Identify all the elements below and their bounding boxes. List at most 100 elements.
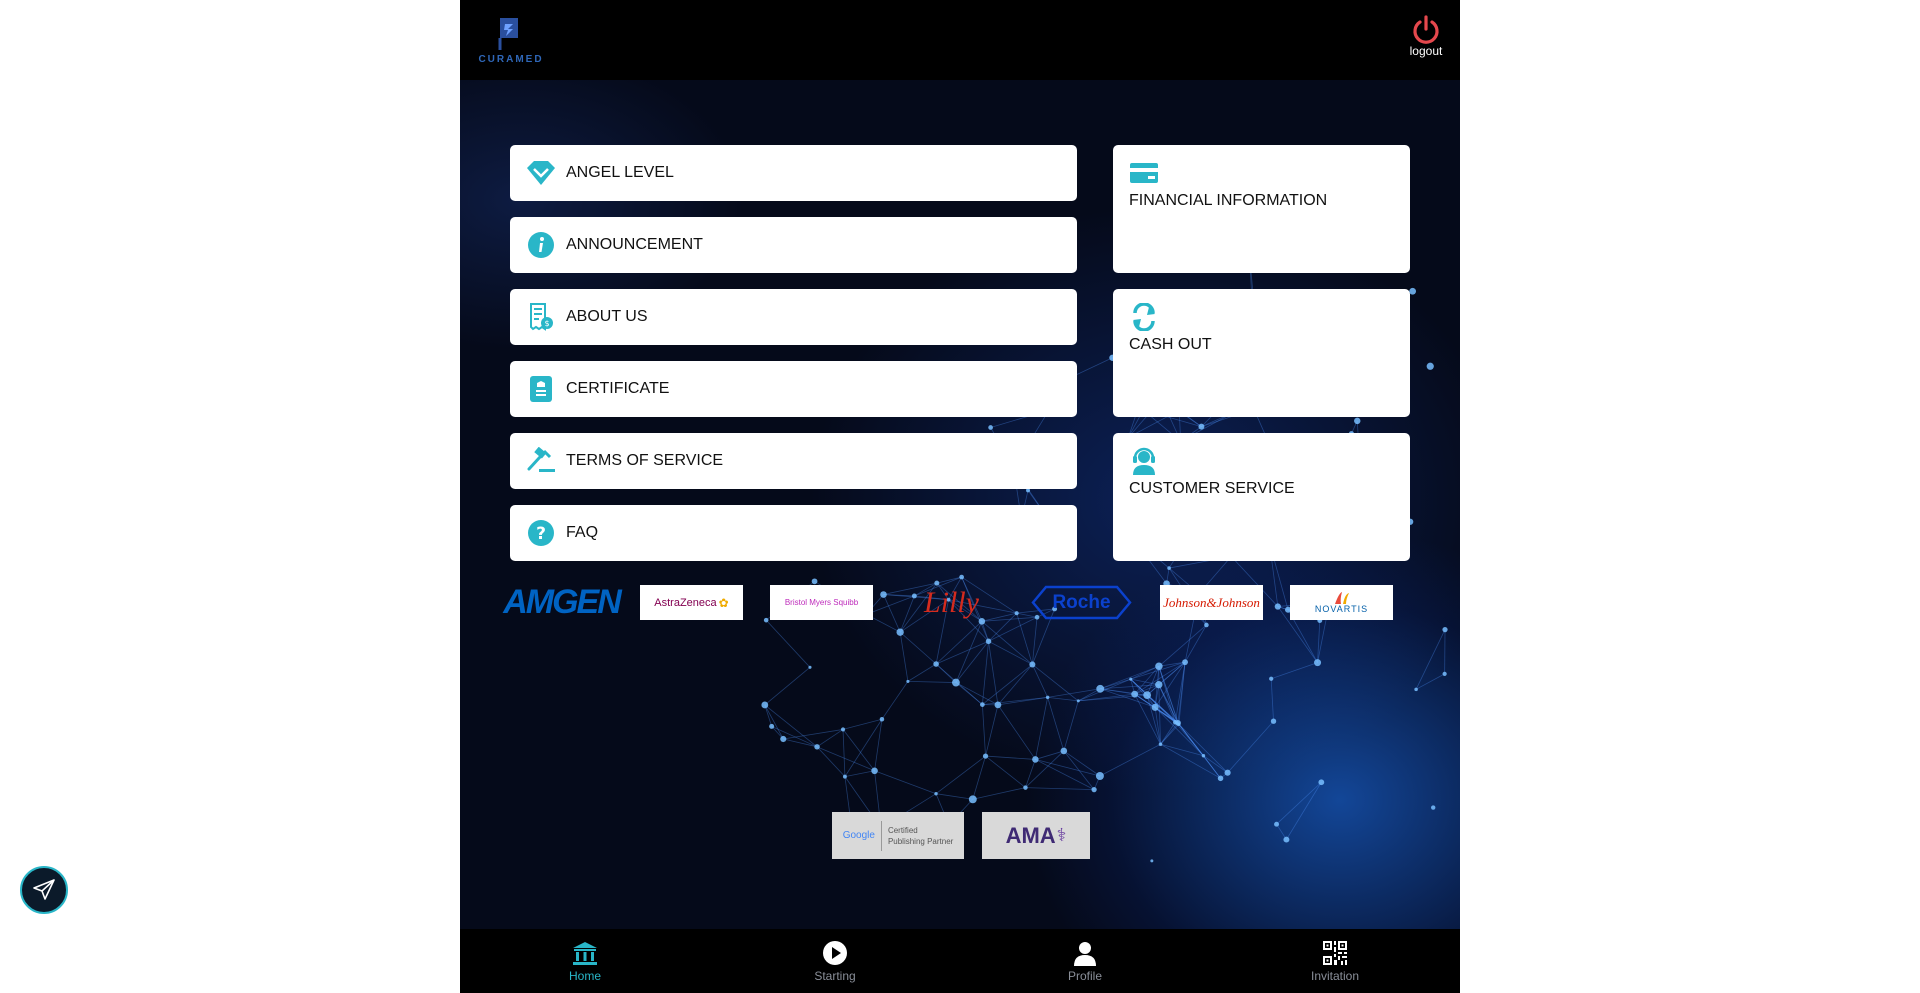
telegram-float-button[interactable]: [20, 866, 68, 914]
exchange-icon: [1133, 303, 1155, 331]
network-node: [1023, 785, 1028, 790]
logout-button[interactable]: logout: [1406, 14, 1446, 58]
network-node: [769, 723, 775, 729]
partner-logo-bms: Bristol Myers Squibb: [770, 585, 873, 620]
network-node: [808, 665, 812, 669]
network-node: [1431, 805, 1436, 810]
nav-starting[interactable]: Starting: [710, 929, 960, 993]
network-node: [1270, 718, 1277, 724]
novartis-flame-icon: [1334, 592, 1349, 604]
menu-certificate[interactable]: CERTIFICATE: [510, 361, 1077, 417]
network-node: [1158, 742, 1163, 747]
menu-label: CERTIFICATE: [566, 380, 670, 397]
network-node: [1198, 423, 1205, 430]
partner-logo-astrazeneca: AstraZeneca ✿: [640, 585, 743, 620]
credit-card-icon: [1130, 163, 1158, 183]
menu-label: ABOUT US: [566, 308, 648, 325]
card-financial-information[interactable]: FINANCIAL INFORMATION: [1113, 145, 1410, 273]
astrazeneca-mark-icon: ✿: [718, 595, 729, 610]
menu-terms-of-service[interactable]: TERMS OF SERVICE: [510, 433, 1077, 489]
network-node: [1060, 747, 1068, 755]
qr-code-icon: [1321, 939, 1349, 967]
network-node: [1155, 662, 1163, 671]
partner-logo-amgen: AMGEN: [503, 583, 622, 621]
network-node: [1143, 691, 1152, 700]
network-node: [1314, 659, 1322, 667]
network-node: [880, 591, 887, 598]
card-label: CUSTOMER SERVICE: [1129, 480, 1295, 497]
ama-badge: AMA ⚕: [982, 812, 1090, 859]
network-node: [1096, 684, 1105, 693]
google-badge-line1: Certified: [887, 825, 918, 835]
network-node: [1182, 659, 1188, 666]
nav-profile[interactable]: Profile: [960, 929, 1210, 993]
partner-label: NOVARTIS: [1314, 604, 1369, 614]
play-icon: [821, 939, 849, 967]
ama-label: AMA: [1005, 822, 1056, 848]
network-node: [1414, 687, 1418, 692]
network-node: [1354, 417, 1361, 425]
partner-label: AstraZeneca: [654, 596, 717, 609]
card-customer-service[interactable]: CUSTOMER SERVICE: [1113, 433, 1410, 561]
network-node: [1274, 821, 1280, 827]
network-node: [1167, 566, 1171, 570]
network-node: [982, 753, 989, 759]
network-node: [896, 628, 904, 636]
network-node: [1032, 756, 1039, 763]
network-node: [871, 767, 878, 775]
network-node: [906, 679, 910, 683]
diamond-icon: [526, 158, 556, 188]
network-node: [1045, 695, 1050, 700]
network-node: [1175, 719, 1181, 726]
receipt-icon: $: [526, 302, 556, 332]
logo[interactable]: CURAMED: [476, 14, 546, 68]
google-badge-text: Certified Publishing Partner: [888, 825, 953, 847]
network-node: [1204, 622, 1209, 628]
card-cash-out[interactable]: CASH OUT: [1113, 289, 1410, 417]
network-node: [1095, 772, 1104, 781]
network-node: [1426, 362, 1434, 370]
network-node: [1217, 775, 1224, 782]
nav-home[interactable]: Home: [460, 929, 710, 993]
network-node: [1155, 681, 1163, 689]
partner-label: Roche: [1052, 591, 1111, 613]
bank-icon: [571, 939, 599, 967]
network-node: [761, 701, 769, 709]
network-node: [1409, 287, 1417, 295]
network-node: [952, 678, 960, 687]
network-node: [879, 716, 885, 722]
nav-label: Invitation: [1310, 969, 1360, 983]
network-node: [1283, 836, 1290, 843]
partner-logo-johnson-johnson: Johnson&Johnson: [1160, 585, 1263, 620]
logout-label: logout: [1409, 44, 1443, 58]
header: CURAMED logout: [460, 0, 1460, 80]
menu-angel-level[interactable]: ANGEL LEVEL: [510, 145, 1077, 201]
network-node: [1442, 671, 1447, 676]
power-icon: [1413, 15, 1439, 44]
network-node: [988, 425, 993, 430]
network-node: [1224, 769, 1231, 776]
certificate-icon: [526, 374, 556, 404]
user-icon: [1071, 939, 1099, 967]
network-node: [968, 795, 977, 804]
network-node: [840, 727, 846, 732]
nav-invitation[interactable]: Invitation: [1210, 929, 1460, 993]
app-frame: CURAMED logout ANGEL LEVEL ANNOUNCEMENT …: [460, 0, 1460, 993]
network-node: [1131, 690, 1139, 698]
network-node: [763, 617, 769, 623]
menu-announcement[interactable]: ANNOUNCEMENT: [510, 217, 1077, 273]
badge-divider: [880, 820, 882, 851]
menu-faq[interactable]: ? FAQ: [510, 505, 1077, 561]
network-node: [1201, 754, 1206, 758]
network-node: [994, 701, 1002, 709]
menu-about-us[interactable]: $ ABOUT US: [510, 289, 1077, 345]
card-label: CASH OUT: [1129, 336, 1212, 353]
google-badge-line2: Publishing Partner: [887, 836, 954, 846]
network-node: [1029, 661, 1036, 668]
network-node: [1150, 859, 1154, 863]
bottom-nav: Home Starting Profile Invitation: [460, 929, 1460, 993]
menu-label: ANNOUNCEMENT: [566, 236, 703, 253]
network-node: [1318, 779, 1325, 786]
partner-label: AMGEN: [503, 583, 622, 621]
network-node: [814, 744, 820, 750]
